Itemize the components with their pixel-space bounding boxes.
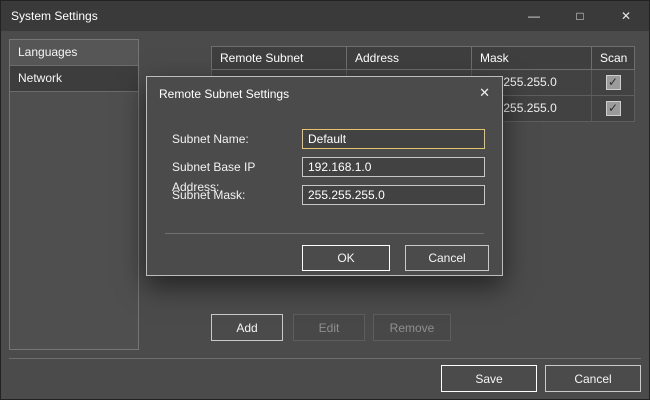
close-button[interactable]: ✕	[603, 1, 649, 31]
edit-button[interactable]: Edit	[293, 314, 365, 341]
cell-scan: ✓	[592, 70, 634, 95]
maximize-button[interactable]: □	[557, 1, 603, 31]
window-controls: — □ ✕	[511, 1, 649, 31]
settings-category-list: Languages Network	[9, 39, 139, 350]
footer-divider	[9, 358, 641, 359]
add-button[interactable]: Add	[211, 314, 283, 341]
subnet-mask-label: Subnet Mask:	[172, 185, 302, 205]
subnet-mask-input[interactable]	[302, 185, 485, 205]
close-icon: ✕	[621, 9, 631, 23]
save-button[interactable]: Save	[441, 365, 537, 392]
scan-checkbox[interactable]: ✓	[606, 101, 621, 116]
cancel-button[interactable]: Cancel	[545, 365, 641, 392]
check-icon: ✓	[608, 75, 618, 89]
window-title: System Settings	[1, 9, 98, 23]
column-header-address[interactable]: Address	[347, 47, 472, 69]
remove-button[interactable]: Remove	[373, 314, 451, 341]
subnet-base-ip-input[interactable]	[302, 157, 485, 177]
titlebar: System Settings — □ ✕	[1, 1, 649, 31]
column-header-mask[interactable]: Mask	[472, 47, 592, 69]
remote-subnet-settings-dialog: Remote Subnet Settings ✕ Subnet Name: Su…	[146, 76, 503, 276]
ok-button[interactable]: OK	[302, 245, 390, 271]
column-header-scan[interactable]: Scan	[592, 47, 634, 69]
maximize-icon: □	[576, 9, 583, 23]
sidebar-item-languages[interactable]: Languages	[10, 40, 138, 66]
subnet-table-header: Remote Subnet Address Mask Scan	[211, 46, 635, 70]
close-icon: ✕	[479, 85, 490, 100]
subnet-name-input[interactable]	[302, 129, 485, 149]
scan-checkbox[interactable]: ✓	[606, 75, 621, 90]
cell-scan: ✓	[592, 96, 634, 121]
subnet-name-label: Subnet Name:	[172, 129, 302, 149]
check-icon: ✓	[608, 101, 618, 115]
dialog-divider	[165, 233, 484, 234]
minimize-icon: —	[528, 9, 540, 23]
sidebar-item-network[interactable]: Network	[10, 66, 138, 92]
dialog-title: Remote Subnet Settings	[159, 87, 289, 101]
dialog-cancel-button[interactable]: Cancel	[405, 245, 489, 271]
minimize-button[interactable]: —	[511, 1, 557, 31]
system-settings-window: System Settings — □ ✕ Languages Network …	[0, 0, 650, 400]
column-header-remote-subnet[interactable]: Remote Subnet	[212, 47, 347, 69]
dialog-close-button[interactable]: ✕	[479, 85, 490, 101]
